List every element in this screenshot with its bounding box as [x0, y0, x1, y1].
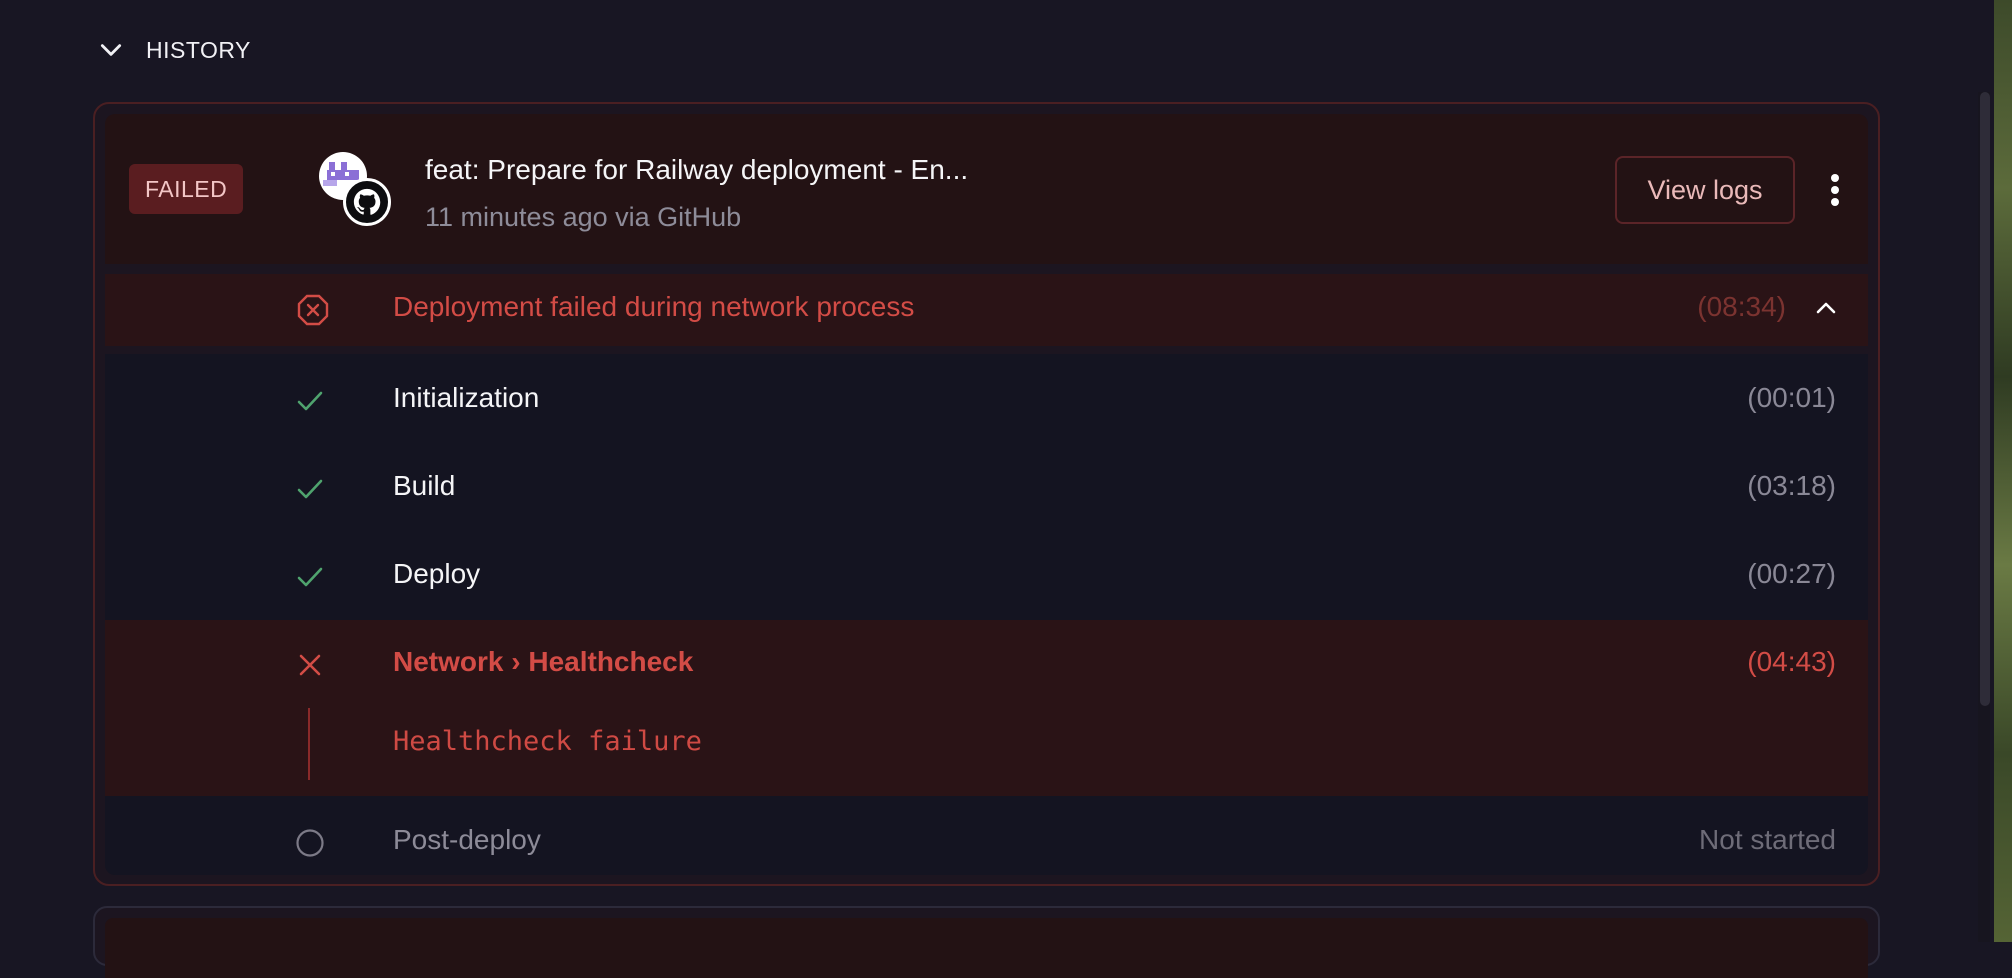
step-label: Deploy	[393, 558, 481, 589]
github-icon	[343, 178, 391, 226]
chevron-down-icon[interactable]	[98, 37, 124, 63]
status-badge: FAILED	[129, 164, 244, 214]
step-initialization: Initialization (00:01)	[105, 354, 1868, 442]
step-deploy: Deploy (00:27)	[105, 530, 1868, 618]
check-icon	[293, 384, 327, 418]
step-label: Initialization	[393, 382, 540, 413]
step-duration: (00:01)	[1747, 382, 1836, 413]
pending-circle-icon	[293, 826, 327, 860]
step-network-healthcheck: Network › Healthcheck (04:43) Healthchec…	[105, 620, 1868, 796]
error-octagon-icon	[297, 294, 329, 331]
step-label: Network › Healthcheck	[393, 646, 694, 677]
scrollbar-thumb[interactable]	[1980, 92, 1990, 706]
failure-duration: (08:34)	[1697, 291, 1786, 322]
history-section-header[interactable]: HISTORY	[98, 30, 251, 70]
history-title: HISTORY	[146, 36, 251, 63]
more-vertical-icon[interactable]	[1811, 166, 1859, 214]
log-message[interactable]: Healthcheck failure	[393, 726, 702, 757]
next-deployment-header	[105, 918, 1868, 978]
next-deployment-card[interactable]	[93, 906, 1880, 978]
failure-message: Deployment failed during network process	[393, 291, 915, 322]
deployment-card: FAILED feat: Prepare for Railway deploym…	[93, 102, 1880, 886]
view-logs-button[interactable]: View logs	[1615, 156, 1795, 224]
step-duration: Not started	[1699, 824, 1836, 855]
deployment-steps: Initialization (00:01) Build (03:18) Dep…	[105, 354, 1868, 875]
chevron-up-icon[interactable]	[1814, 296, 1838, 325]
commit-title[interactable]: feat: Prepare for Railway deployment - E…	[425, 154, 968, 186]
x-icon	[293, 648, 327, 682]
step-duration: (03:18)	[1747, 470, 1836, 501]
failure-summary-row[interactable]: Deployment failed during network process…	[105, 274, 1868, 346]
check-icon	[293, 472, 327, 506]
step-label: Post-deploy	[393, 824, 541, 855]
step-duration: (00:27)	[1747, 558, 1836, 589]
step-label: Build	[393, 470, 456, 501]
background-image	[1994, 0, 2012, 942]
check-icon	[293, 560, 327, 594]
step-duration: (04:43)	[1747, 646, 1836, 677]
step-post-deploy: Post-deploy Not started	[105, 796, 1868, 875]
avatar	[319, 152, 395, 228]
log-divider	[308, 708, 310, 780]
commit-meta: 11 minutes ago via GitHub	[425, 202, 742, 232]
deployment-header[interactable]: FAILED feat: Prepare for Railway deploym…	[105, 114, 1868, 264]
step-build: Build (03:18)	[105, 442, 1868, 530]
